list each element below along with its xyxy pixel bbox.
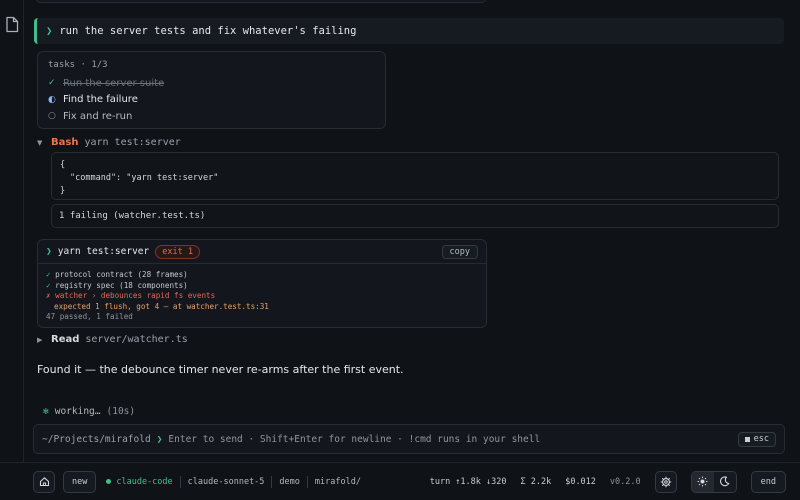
total-tokens: Σ 2.2k xyxy=(520,476,552,487)
user-prompt: ❯ run the server tests and fix whatever'… xyxy=(34,18,784,44)
test-line-pass: ✓ registry spec (18 components) xyxy=(46,281,478,292)
prompt-text: run the server tests and fix whatever's … xyxy=(59,25,357,37)
project-name: mirafold/ xyxy=(314,476,361,487)
divider xyxy=(271,475,273,488)
cost: $0.012 xyxy=(565,476,596,487)
tool-result-text: 1 failing (watcher.test.ts) xyxy=(59,211,206,221)
tool-name: Read xyxy=(51,334,80,345)
settings-button[interactable] xyxy=(654,470,677,493)
gear-icon xyxy=(660,476,671,487)
input-placeholder: Enter to send · Shift+Enter for newline … xyxy=(168,433,541,445)
test-line-pass: ✓ protocol contract (28 frames) xyxy=(46,270,478,281)
caret-down-icon[interactable]: ▼ xyxy=(37,139,45,147)
version: v0.2.0 xyxy=(609,476,641,487)
divider xyxy=(306,475,308,488)
divider xyxy=(179,475,181,488)
new-session-button[interactable]: new xyxy=(63,470,97,493)
dark-theme-button[interactable] xyxy=(713,471,736,492)
terminal-body: ✓ protocol contract (28 frames) ✓ regist… xyxy=(38,264,486,327)
cwd-path: ~/Projects/mirafold xyxy=(42,433,151,445)
esc-button[interactable]: esc xyxy=(737,431,776,447)
prompt-chevron-icon: ❯ xyxy=(46,25,53,37)
assistant-message: Found it — the debounce timer never re-a… xyxy=(37,363,404,376)
task-item: ◐ Find the failure xyxy=(48,92,375,109)
test-line-fail: ✗ watcher › debounces rapid fs events xyxy=(46,291,478,302)
json-line: "command": "yarn test:server" xyxy=(70,173,219,183)
tool-name: Bash xyxy=(51,137,79,148)
task-label: Find the failure xyxy=(63,94,138,106)
home-icon xyxy=(39,477,49,487)
task-item: ✓ Run the server suite xyxy=(48,75,375,92)
exit-badge: exit 1 xyxy=(155,244,200,259)
light-theme-button[interactable] xyxy=(691,471,714,492)
test-line-text: registry spec (18 components) xyxy=(55,280,188,290)
home-button[interactable] xyxy=(33,470,55,493)
left-rail xyxy=(0,0,24,462)
test-fail-detail: expected 1 flush, got 4 — at watcher.tes… xyxy=(54,301,269,311)
spinner-icon: ✻ xyxy=(43,406,49,417)
working-elapsed: (10s) xyxy=(106,406,136,417)
copy-button[interactable]: copy xyxy=(441,244,478,259)
bash-tool-header[interactable]: ▼ Bash yarn test:server xyxy=(37,137,181,148)
json-close: } xyxy=(60,186,66,196)
check-icon: ✓ xyxy=(46,270,51,279)
tool-arg: yarn test:server xyxy=(84,137,181,148)
tasks-card: tasks · 1/3 ✓ Run the server suite ◐ Fin… xyxy=(37,51,386,129)
working-indicator: ✻ working… (10s) xyxy=(43,406,135,417)
stop-icon xyxy=(744,436,750,442)
message-input[interactable]: ~/Projects/mirafold ❯ Enter to send · Sh… xyxy=(33,424,785,454)
task-label: Fix and re-run xyxy=(63,110,133,122)
sun-icon xyxy=(697,476,708,487)
tool-result: 1 failing (watcher.test.ts) xyxy=(51,204,779,228)
agent-name: claude-code xyxy=(116,476,173,487)
check-icon: ✓ xyxy=(48,78,56,89)
terminal-command: yarn test:server xyxy=(57,246,150,257)
tool-input-json: { "command": "yarn test:server" } xyxy=(51,152,779,200)
test-summary: 47 passed, 1 failed xyxy=(46,312,133,321)
cross-icon: ✗ xyxy=(46,291,51,300)
model-name: claude-sonnet-5 xyxy=(187,476,265,487)
end-session-button[interactable]: end xyxy=(750,470,786,493)
status-right: turn ↑1.8k ↓320 Σ 2.2k $0.012 v0.2.0 end xyxy=(429,470,786,493)
task-label: Run the server suite xyxy=(63,77,165,89)
check-icon: ✓ xyxy=(46,280,51,290)
theme-toggle xyxy=(690,470,737,493)
previous-card xyxy=(36,0,486,3)
input-chevron-icon: ❯ xyxy=(156,433,163,445)
document-icon[interactable] xyxy=(5,16,19,36)
caret-right-icon[interactable]: ▶ xyxy=(37,336,45,344)
agent-indicator: claude-code xyxy=(106,476,173,487)
half-circle-icon: ◐ xyxy=(48,94,56,105)
status-bar: new claude-code claude-sonnet-5 demo mir… xyxy=(0,462,800,500)
esc-label: esc xyxy=(753,434,769,444)
working-label: working… xyxy=(54,406,101,417)
moon-icon xyxy=(720,476,730,487)
terminal-chevron-icon: ❯ xyxy=(46,246,52,257)
mode-label: demo xyxy=(279,476,300,487)
read-tool-header[interactable]: ▶ Read server/watcher.ts xyxy=(37,334,188,345)
test-line-text: watcher › debounces rapid fs events xyxy=(55,291,216,300)
json-open: { xyxy=(60,160,66,170)
circle-icon: ○ xyxy=(48,111,56,122)
test-line-text: protocol contract (28 frames) xyxy=(55,270,188,279)
tasks-header: tasks · 1/3 xyxy=(48,60,108,70)
turn-tokens: turn ↑1.8k ↓320 xyxy=(429,476,507,487)
terminal-output: ❯ yarn test:server exit 1 copy ✓ protoco… xyxy=(37,239,487,328)
tool-arg: server/watcher.ts xyxy=(85,334,188,345)
task-item: ○ Fix and re-run xyxy=(48,108,375,125)
terminal-header: ❯ yarn test:server exit 1 copy xyxy=(38,240,486,264)
status-dot-icon xyxy=(106,479,112,484)
